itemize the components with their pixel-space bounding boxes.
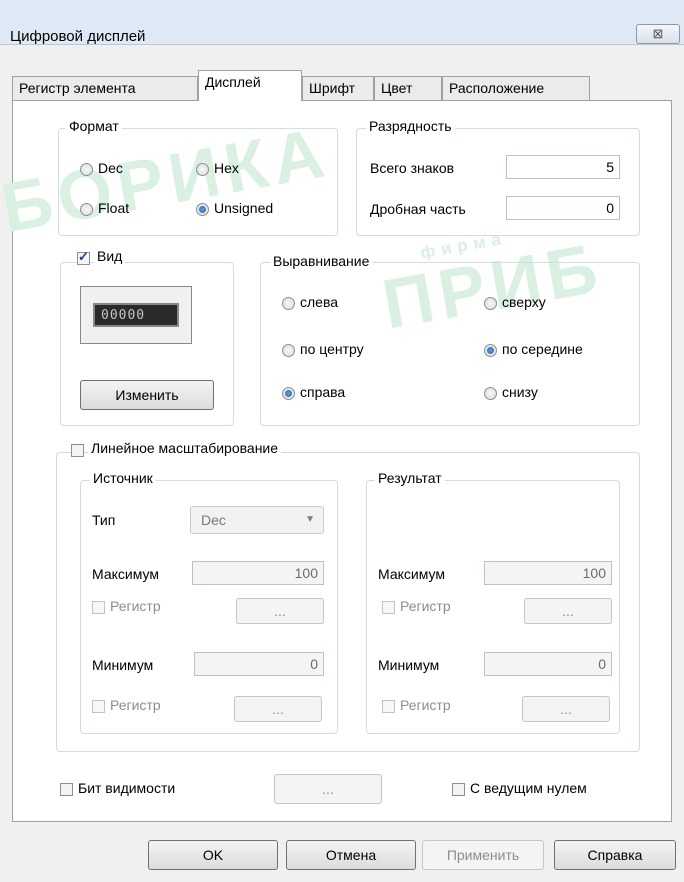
source-min-input[interactable]: 0 [194,652,324,676]
tab-display[interactable]: Дисплей [198,70,302,101]
display-preview-screen: 00000 [93,303,179,327]
result-min-label: Минимум [378,657,440,673]
result-max-label: Максимум [378,566,445,582]
visibility-bit-label: Бит видимости [78,780,176,796]
format-float-label: Float [98,200,130,216]
align-right-label: справа [300,384,346,400]
chevron-down-icon: ▼ [305,514,315,525]
close-icon: ⊠ [652,26,664,41]
fraction-digits-input[interactable]: 0 [506,196,620,220]
result-register2-checkbox[interactable] [382,700,395,713]
source-max-label: Максимум [92,566,159,582]
format-float-radio[interactable] [80,203,93,216]
visibility-bit-checkbox[interactable] [60,783,73,796]
align-left-label: слева [300,294,339,310]
source-register2-checkbox[interactable] [92,700,105,713]
align-left-radio[interactable] [282,297,295,310]
align-top-label: сверху [502,294,546,310]
result-register-label: Регистр [400,598,451,614]
source-min-label: Минимум [92,657,154,673]
source-register-label: Регистр [110,598,161,614]
tab-position[interactable]: Расположение [442,76,590,100]
ok-button[interactable]: OK [148,840,278,870]
result-register2-label: Регистр [400,697,451,713]
source-type-label: Тип [92,512,116,528]
cancel-button[interactable]: Отмена [286,840,416,870]
format-dec-radio[interactable] [80,163,93,176]
fraction-digits-label: Дробная часть [370,201,466,217]
format-legend: Формат [66,118,122,134]
result-register-browse-button[interactable]: ... [524,598,612,624]
format-dec-label: Dec [98,160,123,176]
close-button[interactable]: ⊠ [636,24,680,44]
align-top-radio[interactable] [484,297,497,310]
align-center-label: по центру [300,341,364,357]
align-bottom-label: снизу [502,384,538,400]
total-digits-input[interactable]: 5 [506,155,620,179]
help-button[interactable]: Справка [554,840,676,870]
align-middle-radio[interactable] [484,344,497,357]
align-center-radio[interactable] [282,344,295,357]
source-legend: Источник [90,470,156,486]
visibility-bit-browse-button[interactable]: ... [274,774,382,804]
source-register-checkbox[interactable] [92,601,105,614]
display-preview: 00000 [80,286,192,344]
result-register-checkbox[interactable] [382,601,395,614]
total-digits-label: Всего знаков [370,160,455,176]
linear-scaling-label: Линейное масштабирование [88,440,282,456]
source-register2-browse-button[interactable]: ... [234,696,322,722]
format-group [58,128,338,236]
format-hex-radio[interactable] [196,163,209,176]
apply-button[interactable]: Применить [422,840,544,870]
display-preview-digits: 00000 [101,308,146,323]
source-type-select[interactable]: Dec ▼ [190,506,324,534]
result-legend: Результат [375,470,445,486]
tab-element-register[interactable]: Регистр элемента [12,76,198,100]
digits-legend: Разрядность [366,118,455,134]
result-min-input[interactable]: 0 [484,652,612,676]
window-title: Цифровой дисплей [10,28,146,45]
source-max-input[interactable]: 100 [192,561,324,585]
align-right-radio[interactable] [282,387,295,400]
view-checkbox[interactable] [77,249,90,265]
result-max-input[interactable]: 100 [484,561,612,585]
linear-scaling-checkbox[interactable] [71,444,84,457]
tab-color[interactable]: Цвет [374,76,442,100]
alignment-legend: Выравнивание [270,253,373,269]
format-hex-label: Hex [214,160,239,176]
align-bottom-radio[interactable] [484,387,497,400]
source-register-browse-button[interactable]: ... [236,598,324,624]
leading-zero-checkbox[interactable] [452,783,465,796]
format-unsigned-label: Unsigned [214,200,274,216]
tab-font[interactable]: Шрифт [302,76,374,100]
leading-zero-label: С ведущим нулем [470,780,587,796]
source-register2-label: Регистр [110,697,161,713]
change-view-button[interactable]: Изменить [80,380,214,410]
result-register2-browse-button[interactable]: ... [522,696,610,722]
format-unsigned-radio[interactable] [196,203,209,216]
align-middle-label: по середине [502,341,583,357]
source-type-value: Dec [201,512,226,528]
view-label: Вид [94,248,126,264]
